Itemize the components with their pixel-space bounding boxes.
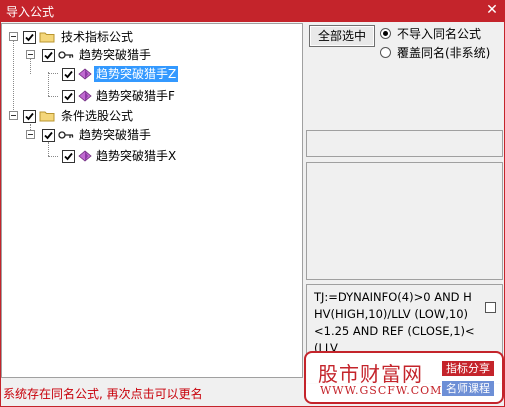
- checkmark-icon: [25, 33, 34, 41]
- group-checkbox[interactable]: [23, 109, 36, 123]
- category-checkbox[interactable]: [42, 128, 55, 142]
- tree-guide-line: [13, 37, 14, 114]
- tree-formula[interactable]: 趋势突破猎手X: [62, 147, 178, 165]
- tree-group-indicators[interactable]: 技术指标公式: [23, 28, 135, 46]
- window-title: 导入公式: [6, 5, 55, 19]
- title-bar: 导入公式 ✕: [0, 0, 505, 22]
- group-checkbox[interactable]: [23, 30, 36, 44]
- option-label: 覆盖同名(非系统): [397, 45, 491, 60]
- option-label: 不导入同名公式: [397, 26, 482, 41]
- radio-button[interactable]: [380, 46, 391, 58]
- tree-category-label: 趋势突破猎手: [79, 48, 152, 62]
- key-icon: [58, 51, 74, 59]
- watermark-logo: 股市财富网 WWW.GSCFW.COM 指标分享 名师课程: [304, 351, 504, 404]
- watermark-tag-share: 指标分享: [442, 361, 494, 376]
- tree-formula-label: 趋势突破猎手X: [96, 149, 177, 163]
- tree-group-label: 条件选股公式: [61, 109, 134, 123]
- collapse-icon[interactable]: [26, 130, 35, 139]
- formula-checkbox[interactable]: [62, 67, 75, 81]
- formula-checkbox[interactable]: [62, 89, 75, 103]
- checkmark-icon: [64, 70, 73, 78]
- tree-category-label: 趋势突破猎手: [79, 128, 152, 142]
- tree-guide-line: [48, 142, 49, 156]
- formula-info-panel: [306, 162, 503, 280]
- tree-guide-line: [48, 156, 58, 157]
- category-checkbox[interactable]: [42, 48, 55, 62]
- tree-formula-label-selected: 趋势突破猎手Z: [94, 66, 179, 82]
- tree-group-screening[interactable]: 条件选股公式: [23, 107, 135, 125]
- tree-formula-label: 趋势突破猎手F: [96, 89, 175, 103]
- tree-formula[interactable]: 趋势突破猎手Z: [62, 65, 179, 83]
- formula-source-text: TJ:=DYNAINFO(4)>0 AND HHV(HIGH,10)/LLV (…: [314, 290, 475, 351]
- formula-diamond-icon: [78, 150, 92, 162]
- tree-guide-line: [48, 73, 58, 74]
- tree-category[interactable]: 趋势突破猎手: [42, 46, 153, 64]
- radio-button-checked[interactable]: [380, 27, 391, 39]
- checkmark-icon: [25, 112, 34, 120]
- checkmark-icon: [64, 92, 73, 100]
- folder-icon: [39, 111, 55, 122]
- watermark-url: WWW.GSCFW.COM: [320, 384, 443, 397]
- tree-group-label: 技术指标公式: [61, 30, 134, 44]
- formula-tree[interactable]: 技术指标公式 趋势突破猎手 趋势突破猎手Z 趋势突破猎手F 条件选股公式 趋势突…: [1, 23, 303, 378]
- close-icon[interactable]: ✕: [483, 1, 501, 19]
- formula-diamond-icon: [78, 68, 92, 80]
- key-icon: [58, 131, 74, 139]
- watermark-site-name: 股市财富网: [318, 362, 423, 386]
- tree-guide-line: [48, 72, 49, 96]
- formula-checkbox[interactable]: [62, 149, 75, 163]
- tree-formula[interactable]: 趋势突破猎手F: [62, 87, 177, 105]
- status-message: 系统存在同名公式, 再次点击可以更名: [3, 387, 203, 401]
- collapse-icon[interactable]: [26, 50, 35, 59]
- checkmark-icon: [44, 51, 53, 59]
- select-all-button[interactable]: 全部选中: [309, 25, 375, 47]
- tree-category[interactable]: 趋势突破猎手: [42, 126, 153, 144]
- watermark-tag-course: 名师课程: [442, 381, 494, 396]
- formula-name-field[interactable]: [306, 130, 503, 157]
- folder-icon: [39, 32, 55, 43]
- collapse-icon[interactable]: [9, 32, 18, 41]
- collapse-icon[interactable]: [9, 111, 18, 120]
- formula-text-checkbox[interactable]: [485, 302, 496, 313]
- option-skip-duplicates[interactable]: 不导入同名公式: [380, 25, 481, 41]
- tree-guide-line: [48, 96, 58, 97]
- option-overwrite-duplicates[interactable]: 覆盖同名(非系统): [380, 44, 490, 60]
- checkmark-icon: [44, 131, 53, 139]
- formula-diamond-icon: [78, 90, 92, 102]
- checkmark-icon: [64, 152, 73, 160]
